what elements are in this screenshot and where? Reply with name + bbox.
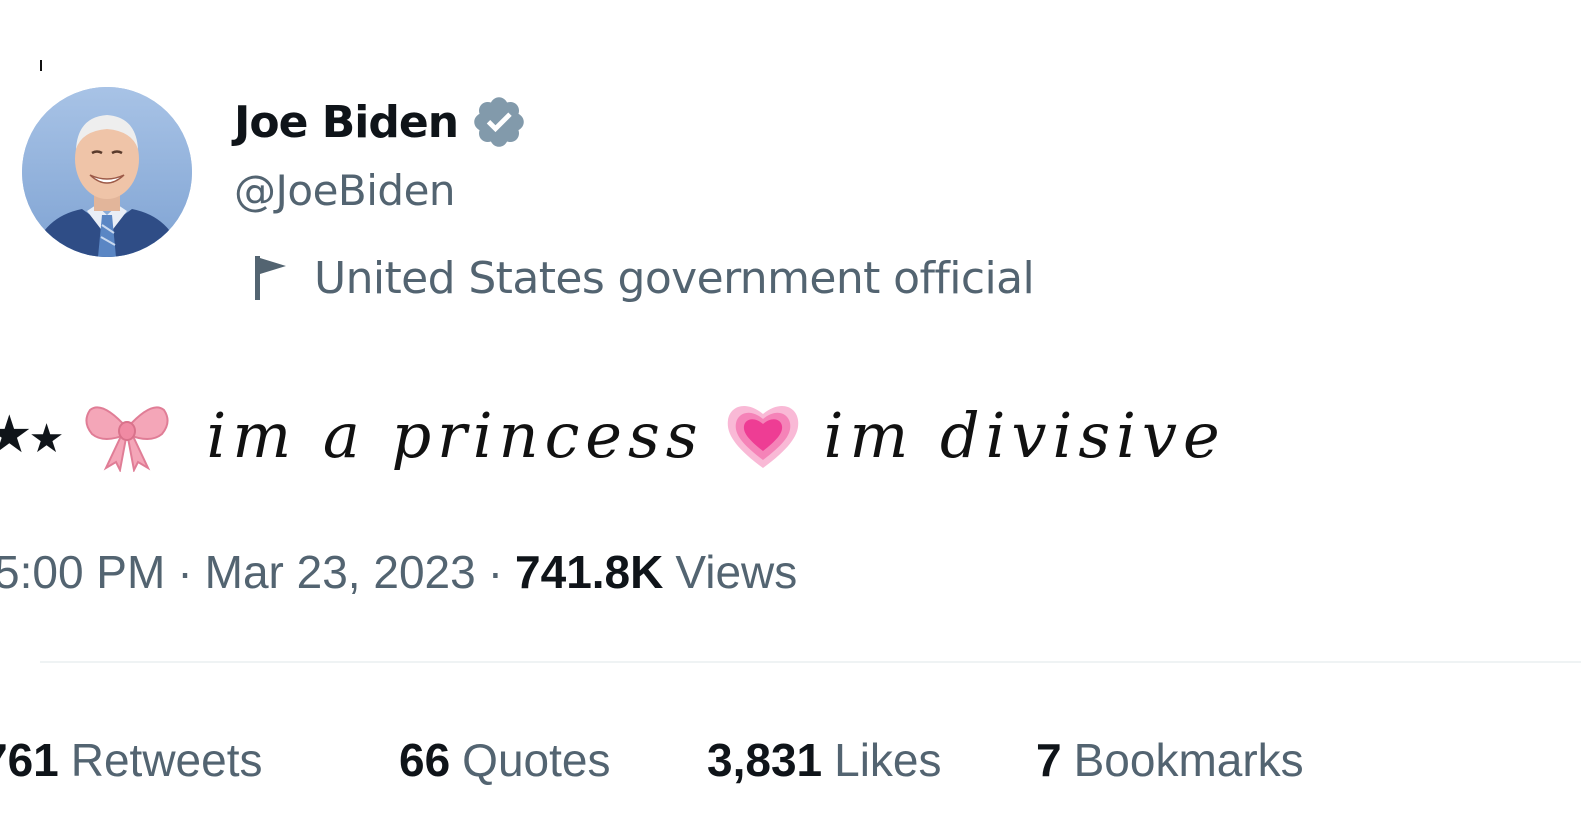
meta-separator: ·: [487, 546, 504, 598]
flag-icon: [252, 252, 292, 304]
tweet-meta: 5:00 PM · Mar 23, 2023 · 741.8K Views: [0, 540, 797, 604]
tweet-time[interactable]: 5:00 PM: [0, 545, 165, 599]
author-affiliation: United States government official: [252, 248, 1035, 308]
meta-separator: ·: [177, 546, 193, 598]
retweets-count: 761: [0, 734, 59, 786]
growing-heart-icon: [724, 396, 802, 474]
ribbon-bow-icon: [84, 398, 170, 474]
author-avatar[interactable]: [22, 87, 192, 257]
views-count: 741.8K: [515, 546, 664, 598]
likes-stat[interactable]: 3,831 Likes: [707, 728, 942, 792]
author-name-row: Joe Biden: [234, 92, 528, 152]
tweet-text-part-1: im a princess: [206, 398, 704, 472]
affiliation-label: United States government official: [314, 252, 1035, 304]
star-large: ★: [0, 405, 33, 465]
likes-label: Likes: [834, 734, 942, 786]
likes-count: 3,831: [707, 734, 823, 786]
quotes-count: 66: [399, 734, 451, 786]
tweet-detail: Joe Biden @JoeBiden United States govern…: [0, 0, 1581, 830]
author-display-name[interactable]: Joe Biden: [234, 97, 459, 148]
retweets-label: Retweets: [70, 734, 263, 786]
divider: [40, 661, 1581, 663]
tweet-text-part-2: im divisive: [823, 398, 1226, 472]
avatar-photo: [22, 87, 192, 257]
star-glyphs: ★★: [0, 405, 65, 465]
quotes-label: Quotes: [462, 734, 611, 786]
bookmarks-label: Bookmarks: [1073, 734, 1304, 786]
quotes-stat[interactable]: 66 Quotes: [399, 728, 610, 792]
bookmarks-count: 7: [1036, 734, 1062, 786]
tweet-text: ★★ im a princess im divisive: [0, 380, 1226, 490]
tweet-date[interactable]: Mar 23, 2023: [205, 545, 476, 599]
views-label: Views: [675, 546, 798, 598]
star-small: ★: [28, 416, 65, 462]
engagement-stats: 761 Retweets 66 Quotes 3,831 Likes 7 Boo…: [0, 728, 1581, 792]
bookmarks-stat[interactable]: 7 Bookmarks: [1036, 728, 1304, 792]
author-handle[interactable]: @JoeBiden: [234, 166, 456, 215]
verified-badge-icon[interactable]: [470, 93, 528, 151]
retweets-stat[interactable]: 761 Retweets: [0, 728, 263, 792]
